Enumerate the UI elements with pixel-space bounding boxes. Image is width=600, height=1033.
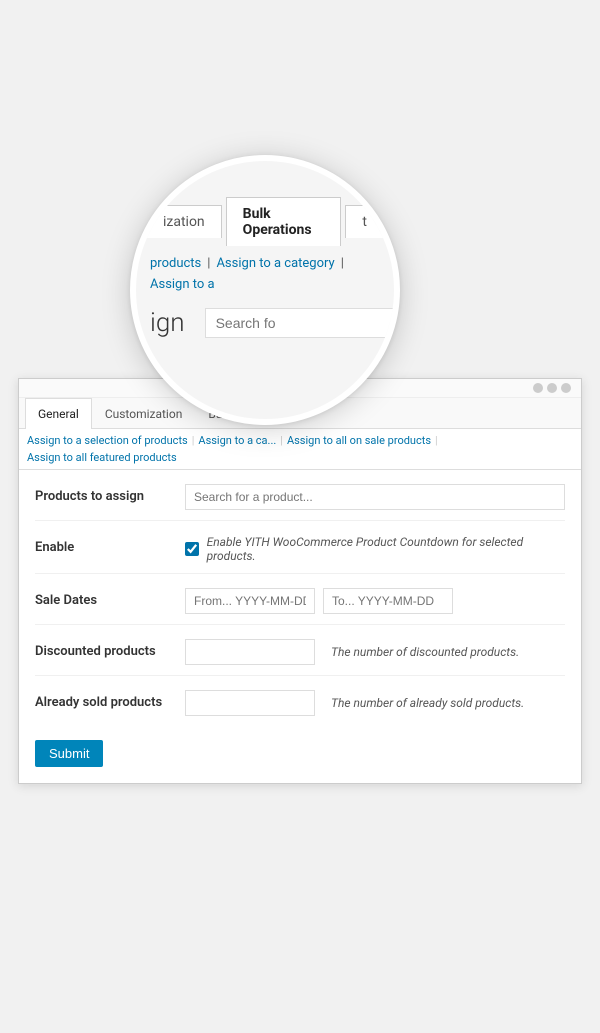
control-products	[185, 484, 565, 510]
sale-date-from-input[interactable]	[185, 588, 315, 614]
form-row-enable: Enable Enable YITH WooCommerce Product C…	[35, 535, 565, 574]
handle-dot	[547, 383, 557, 393]
form-row-products: Products to assign	[35, 484, 565, 521]
enable-checkbox[interactable]	[185, 542, 199, 556]
control-sale-dates	[185, 588, 565, 614]
products-search-input[interactable]	[185, 484, 565, 510]
discounted-note: The number of discounted products.	[331, 645, 519, 659]
control-discounted: The number of discounted products.	[185, 639, 565, 665]
form-row-sale-dates: Sale Dates	[35, 588, 565, 625]
form-row-discounted: Discounted products The number of discou…	[35, 639, 565, 676]
sublink-assign-on-sale[interactable]: Assign to all on sale products	[287, 434, 431, 447]
modal-form-body: Products to assign Enable Enable YITH Wo…	[19, 470, 581, 783]
magnify-tab-ization[interactable]: ization	[146, 205, 222, 238]
modal-sub-links: Assign to a selection of products | Assi…	[19, 429, 581, 470]
label-already-sold: Already sold products	[35, 690, 185, 710]
label-enable: Enable	[35, 535, 185, 555]
magnify-tab-t[interactable]: t	[345, 205, 384, 238]
label-sale-dates: Sale Dates	[35, 588, 185, 608]
sale-date-to-input[interactable]	[323, 588, 453, 614]
submit-button[interactable]: Submit	[35, 740, 103, 767]
sublink-assign-featured[interactable]: Assign to all featured products	[27, 451, 177, 464]
label-products-to-assign: Products to assign	[35, 484, 185, 504]
label-discounted-products: Discounted products	[35, 639, 185, 659]
magnify-page-title: ign	[150, 308, 185, 338]
magnify-search-input[interactable]	[205, 308, 400, 338]
magnify-link-assign-category[interactable]: Assign to a category	[216, 256, 334, 271]
already-sold-input[interactable]	[185, 690, 315, 716]
already-sold-note: The number of already sold products.	[331, 696, 524, 710]
control-already-sold: The number of already sold products.	[185, 690, 565, 716]
form-row-already-sold: Already sold products The number of alre…	[35, 690, 565, 726]
enable-checkbox-label: Enable YITH WooCommerce Product Countdow…	[207, 535, 565, 563]
magnify-link-products[interactable]: products	[150, 256, 201, 271]
handle-dot	[561, 383, 571, 393]
magnify-nav-links: products | Assign to a category | Assign…	[136, 246, 394, 298]
modal-panel: General Customization Bu ar Assign to a …	[18, 378, 582, 784]
handle-dot	[533, 383, 543, 393]
discounted-input[interactable]	[185, 639, 315, 665]
magnify-tab-bulk-operations[interactable]: Bulk Operations	[226, 197, 342, 246]
sublink-assign-selection[interactable]: Assign to a selection of products	[27, 434, 188, 447]
modal-tab-general[interactable]: General	[25, 398, 92, 429]
magnify-link-assign-a[interactable]: Assign to a	[150, 277, 215, 292]
sublink-assign-category[interactable]: Assign to a ca...	[198, 434, 276, 447]
control-enable: Enable YITH WooCommerce Product Countdow…	[185, 535, 565, 563]
magnify-lens: ization Bulk Operations t products | Ass…	[130, 155, 400, 425]
magnify-tabs-bar: ization Bulk Operations t	[136, 197, 394, 246]
